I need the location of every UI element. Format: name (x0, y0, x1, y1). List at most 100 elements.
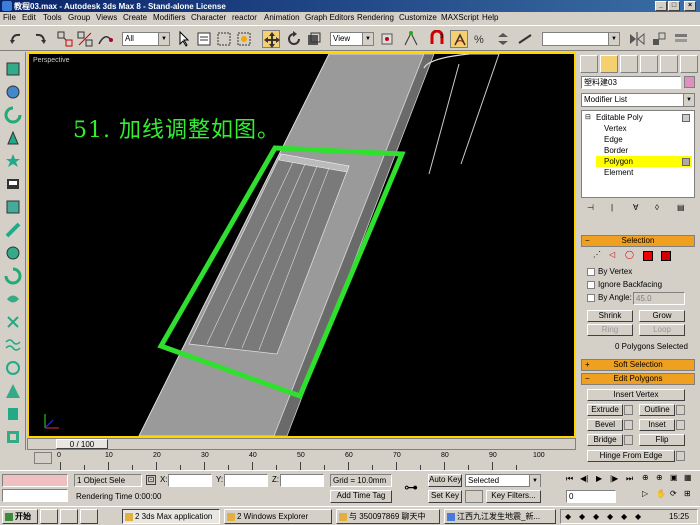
start-button[interactable]: 开始 (2, 509, 38, 524)
hinge-settings-icon[interactable] (676, 451, 685, 461)
quicklaunch-icon[interactable] (80, 509, 98, 524)
task-browser[interactable]: 江西九江发生地震_新... (444, 509, 556, 524)
pivot-center-icon[interactable] (378, 30, 396, 48)
by-vertex-checkbox[interactable] (587, 268, 595, 276)
grow-button[interactable]: Grow (639, 310, 685, 322)
align-icon[interactable] (650, 30, 668, 48)
modifier-list-dropdown[interactable]: Modifier List ▼ (581, 93, 695, 107)
tool-icon[interactable] (4, 83, 22, 101)
rectangle-selection-icon[interactable] (215, 30, 233, 48)
stack-item-border[interactable]: Border (604, 146, 628, 155)
quicklaunch-icon[interactable] (40, 509, 58, 524)
maximize-button[interactable]: □ (668, 1, 680, 11)
selection-rollout-header[interactable]: − Selection (581, 235, 695, 247)
selection-filter-dropdown[interactable]: All ▼ (122, 32, 170, 46)
ignore-backfacing-checkbox[interactable] (587, 281, 595, 289)
tray-icon[interactable]: ◆ (607, 512, 613, 521)
edit-polygons-rollout-header[interactable]: − Edit Polygons (581, 373, 695, 385)
inset-button[interactable]: Inset (639, 419, 675, 431)
ring-button[interactable]: Ring (587, 324, 633, 336)
stack-item-element[interactable]: Element (604, 168, 633, 177)
task-chat[interactable]: 与 350097869 聊天中 (336, 509, 440, 524)
set-key-button[interactable]: Set Key (428, 490, 462, 503)
maximize-viewport-icon[interactable]: ⊞ (684, 489, 691, 498)
mirror-icon[interactable] (628, 30, 646, 48)
tool-icon[interactable] (4, 359, 22, 377)
stack-expand-icon[interactable]: ⊟ (585, 113, 591, 121)
tool-icon[interactable] (4, 244, 22, 262)
select-by-name-icon[interactable] (195, 30, 213, 48)
outline-settings-icon[interactable] (676, 405, 685, 415)
quicklaunch-icon[interactable] (60, 509, 78, 524)
outline-button[interactable]: Outline (639, 404, 675, 416)
element-mode-icon[interactable] (661, 251, 671, 261)
current-frame-input[interactable]: 0 (566, 490, 616, 503)
tray-icon[interactable]: ◆ (565, 512, 571, 521)
tool-icon[interactable] (4, 221, 22, 239)
z-coordinate[interactable] (280, 474, 324, 487)
motion-tab-icon[interactable] (640, 55, 658, 73)
key-filters-button[interactable]: Key Filters... (486, 490, 541, 503)
layer-manager-icon[interactable] (672, 30, 690, 48)
by-angle-checkbox[interactable] (587, 294, 595, 302)
minimize-button[interactable]: _ (655, 1, 667, 11)
edge-mode-icon[interactable]: ◁ (609, 250, 615, 259)
soft-selection-rollout-header[interactable]: + Soft Selection (581, 359, 695, 371)
unlink-icon[interactable] (76, 30, 94, 48)
angle-input[interactable]: 45.0 (633, 292, 685, 305)
border-mode-icon[interactable]: ◯ (625, 250, 634, 259)
mini-curve-editor-icon[interactable] (34, 452, 52, 464)
zoom-extents-all-icon[interactable]: ▦ (684, 473, 692, 482)
object-color-swatch[interactable] (684, 76, 695, 88)
extrude-settings-icon[interactable] (624, 405, 633, 415)
goto-start-icon[interactable]: ⏮ (566, 474, 573, 484)
bridge-button[interactable]: Bridge (587, 434, 623, 446)
tool-icon[interactable] (4, 405, 22, 423)
lock-selection-icon[interactable]: ⊡ (146, 475, 156, 485)
modifier-toggle-icon[interactable] (682, 158, 690, 166)
move-icon[interactable] (262, 30, 280, 48)
tool-icon[interactable] (4, 290, 22, 308)
extrude-button[interactable]: Extrude (587, 404, 623, 416)
menu-maxscript[interactable]: MAXScript (441, 13, 479, 22)
shrink-button[interactable]: Shrink (587, 310, 633, 322)
create-tab-icon[interactable] (580, 55, 598, 73)
menu-animation[interactable]: Animation (264, 13, 300, 22)
hierarchy-tab-icon[interactable] (620, 55, 638, 73)
polygon-mode-icon[interactable] (643, 251, 653, 261)
track-bar[interactable]: 0 10 20 30 40 50 60 70 80 90 100 (0, 450, 577, 470)
menu-edit[interactable]: Edit (22, 13, 36, 22)
y-coordinate[interactable] (224, 474, 268, 487)
redo-icon[interactable] (30, 30, 48, 48)
time-slider-thumb[interactable]: 0 / 100 (56, 439, 108, 449)
tool-icon[interactable] (4, 428, 22, 446)
bind-spacewarp-icon[interactable] (96, 30, 114, 48)
named-selection-icon[interactable] (516, 30, 534, 48)
remove-modifier-icon[interactable]: ◊ (655, 203, 659, 212)
x-coordinate[interactable] (168, 474, 212, 487)
configure-sets-icon[interactable]: ▤ (677, 203, 685, 212)
tool-icon[interactable] (4, 175, 22, 193)
arc-rotate-icon[interactable]: ⟳ (670, 489, 677, 498)
tool-icon[interactable] (4, 198, 22, 216)
stack-item-polygon[interactable]: Polygon (604, 157, 633, 166)
menu-graph-editors[interactable]: Graph Editors (305, 13, 354, 22)
menu-help[interactable]: Help (482, 13, 498, 22)
previous-frame-icon[interactable]: ◀| (580, 474, 588, 483)
modify-tab-icon[interactable] (600, 55, 618, 73)
menu-tools[interactable]: Tools (43, 13, 62, 22)
make-unique-icon[interactable]: ∀ (633, 203, 638, 212)
hinge-from-edge-button[interactable]: Hinge From Edge (587, 450, 675, 462)
undo-icon[interactable] (8, 30, 26, 48)
tray-icon[interactable]: ◆ (621, 512, 627, 521)
pin-stack-icon[interactable]: ⊣ (587, 203, 594, 212)
insert-vertex-button[interactable]: Insert Vertex (587, 389, 685, 401)
inset-settings-icon[interactable] (676, 420, 685, 430)
select-manipulate-icon[interactable] (402, 30, 420, 48)
task-explorer[interactable]: 2 Windows Explorer (224, 509, 332, 524)
menu-reactor[interactable]: reactor (232, 13, 257, 22)
maxscript-listener[interactable] (2, 474, 68, 487)
menu-create[interactable]: Create (123, 13, 147, 22)
auto-key-button[interactable]: Auto Key (428, 474, 462, 487)
stack-item-edge[interactable]: Edge (604, 135, 623, 144)
